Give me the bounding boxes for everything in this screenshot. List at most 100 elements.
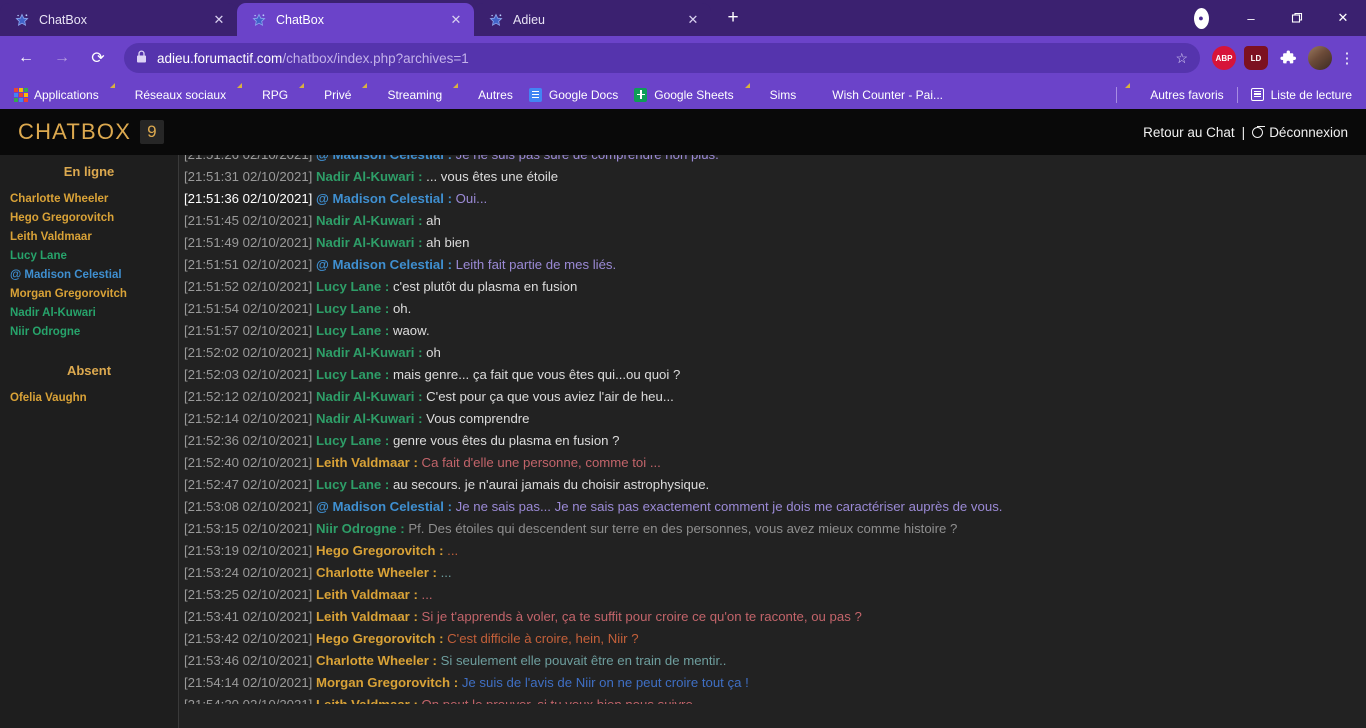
bookmark-streaming[interactable]: Streaming	[359, 84, 450, 106]
bookmark-label: Sims	[769, 87, 797, 102]
message-author[interactable]: @ Madison Celestial :	[316, 257, 456, 272]
message-author[interactable]: Lucy Lane :	[316, 301, 393, 316]
logout-link[interactable]: Déconnexion	[1252, 125, 1348, 140]
bookmark-google-sheets[interactable]: Google Sheets	[626, 84, 741, 106]
message-author[interactable]: Morgan Gregorovitch :	[316, 675, 462, 690]
online-user-item[interactable]: Morgan Gregorovitch	[0, 284, 178, 303]
online-user-item[interactable]: Leith Valdmaar	[0, 227, 178, 246]
message-text: Leith fait partie de mes liés.	[455, 257, 617, 272]
browser-tab-3[interactable]: Adieu ✕	[474, 3, 711, 36]
message-author[interactable]: @ Madison Celestial :	[316, 191, 456, 206]
message-author[interactable]: Nadir Al-Kuwari :	[316, 213, 426, 228]
message-author[interactable]: Lucy Lane :	[316, 279, 393, 294]
adblock-plus-extension-icon[interactable]: ABP	[1212, 46, 1236, 70]
apps-grid-icon	[14, 87, 28, 102]
message-author[interactable]: Leith Valdmaar :	[316, 455, 422, 470]
chat-message: [21:52:36 02/10/2021] Lucy Lane : genre …	[184, 430, 1366, 452]
message-author[interactable]: Charlotte Wheeler :	[316, 565, 441, 580]
bookmark-rpg[interactable]: RPG	[234, 84, 296, 106]
forward-button[interactable]: →	[47, 43, 77, 73]
message-author[interactable]: Niir Odrogne :	[316, 521, 408, 536]
message-timestamp: [21:51:51 02/10/2021]	[184, 257, 316, 272]
lastpass-extension-icon[interactable]: LD	[1244, 46, 1268, 70]
wish-counter-icon	[812, 88, 826, 102]
close-icon[interactable]: ✕	[448, 12, 464, 28]
browser-tab-2[interactable]: ChatBox ✕	[237, 3, 474, 36]
message-text: Si seulement elle pouvait être en train …	[440, 653, 727, 668]
maximize-button[interactable]	[1274, 0, 1320, 36]
message-timestamp: [21:53:46 02/10/2021]	[184, 653, 316, 668]
bookmark-autres-favoris[interactable]: Autres favoris	[1122, 84, 1231, 106]
bookmark-label: Privé	[324, 87, 352, 102]
message-author[interactable]: Lucy Lane :	[316, 367, 393, 382]
folder-icon	[304, 88, 318, 102]
message-text: au secours. je n'aurai jamais du choisir…	[392, 477, 710, 492]
online-user-item[interactable]: Charlotte Wheeler	[0, 189, 178, 208]
window-controls: ● – ✕	[1188, 0, 1366, 36]
message-author[interactable]: Charlotte Wheeler :	[316, 653, 441, 668]
chat-message-list[interactable]: [21:51:26 02/10/2021] @ Madison Celestia…	[179, 155, 1366, 728]
chat-message: [21:53:15 02/10/2021] Niir Odrogne : Pf.…	[184, 518, 1366, 540]
message-author[interactable]: @ Madison Celestial :	[316, 155, 456, 162]
bookmark-wish-counter[interactable]: Wish Counter - Pai...	[804, 84, 951, 106]
message-timestamp: [21:53:24 02/10/2021]	[184, 565, 316, 580]
clipped-message-bottom: [21:54:20 02/10/2021] Leith Valdmaar : O…	[184, 694, 1366, 704]
profile-photo-avatar[interactable]	[1308, 46, 1332, 70]
message-text: Je ne suis pas sûre de comprendre non pl…	[456, 155, 719, 162]
online-user-item[interactable]: Hego Gregorovitch	[0, 208, 178, 227]
bookmark-reseaux-sociaux[interactable]: Réseaux sociaux	[107, 84, 234, 106]
chat-message: [21:54:20 02/10/2021] Leith Valdmaar : O…	[184, 694, 1366, 704]
reload-button[interactable]: ⟳	[83, 43, 113, 73]
bookmark-applications[interactable]: Applications	[6, 84, 107, 106]
message-author[interactable]: Lucy Lane :	[316, 323, 393, 338]
message-author[interactable]: Leith Valdmaar :	[316, 587, 422, 602]
back-button[interactable]: ←	[11, 43, 41, 73]
clipped-message-top: [21:51:26 02/10/2021] @ Madison Celestia…	[184, 155, 1366, 166]
message-author[interactable]: @ Madison Celestial :	[316, 499, 456, 514]
message-author[interactable]: Hego Gregorovitch :	[316, 543, 447, 558]
message-timestamp: [21:52:12 02/10/2021]	[184, 389, 316, 404]
message-author[interactable]: Nadir Al-Kuwari :	[316, 389, 426, 404]
chat-message: [21:52:14 02/10/2021] Nadir Al-Kuwari : …	[184, 408, 1366, 430]
message-timestamp: [21:53:08 02/10/2021]	[184, 499, 316, 514]
message-author[interactable]: Leith Valdmaar :	[316, 609, 422, 624]
url-text: adieu.forumactif.com/chatbox/index.php?a…	[157, 51, 1167, 66]
close-icon[interactable]: ✕	[685, 12, 701, 28]
address-bar[interactable]: adieu.forumactif.com/chatbox/index.php?a…	[124, 43, 1200, 73]
close-window-button[interactable]: ✕	[1320, 0, 1366, 36]
message-timestamp: [21:52:47 02/10/2021]	[184, 477, 316, 492]
message-author[interactable]: Leith Valdmaar :	[316, 697, 422, 704]
online-user-item[interactable]: Lucy Lane	[0, 246, 178, 265]
bookmark-prive[interactable]: Privé	[296, 84, 359, 106]
bookmark-liste-de-lecture[interactable]: Liste de lecture	[1243, 84, 1360, 106]
extensions-puzzle-icon[interactable]	[1276, 46, 1300, 70]
online-user-item[interactable]: Nadir Al-Kuwari	[0, 303, 178, 322]
folder-icon	[750, 88, 764, 102]
away-user-item[interactable]: Ofelia Vaughn	[0, 388, 178, 407]
back-to-chat-link[interactable]: Retour au Chat	[1143, 125, 1235, 140]
bookmark-label: Google Sheets	[654, 87, 734, 102]
minimize-button[interactable]: –	[1228, 0, 1274, 36]
message-author[interactable]: Lucy Lane :	[316, 433, 393, 448]
bookmark-autres[interactable]: Autres	[450, 84, 521, 106]
bookmark-google-docs[interactable]: Google Docs	[521, 84, 626, 106]
online-user-item[interactable]: Niir Odrogne	[0, 322, 178, 341]
message-author[interactable]: Nadir Al-Kuwari :	[316, 235, 426, 250]
message-author[interactable]: Nadir Al-Kuwari :	[316, 169, 426, 184]
bookmark-sims[interactable]: Sims	[742, 84, 805, 106]
online-user-item[interactable]: @ Madison Celestial	[0, 265, 178, 284]
chat-message: [21:54:14 02/10/2021] Morgan Gregorovitc…	[184, 672, 1366, 694]
message-author[interactable]: Nadir Al-Kuwari :	[316, 345, 426, 360]
message-text: Pf. Des étoiles qui descendent sur terre…	[408, 521, 958, 536]
bookmark-star-icon[interactable]: ☆	[1175, 50, 1188, 67]
new-tab-button[interactable]: +	[719, 5, 747, 33]
message-author[interactable]: Hego Gregorovitch :	[316, 631, 447, 646]
browser-tab-1[interactable]: ChatBox ✕	[0, 3, 237, 36]
message-author[interactable]: Nadir Al-Kuwari :	[316, 411, 426, 426]
close-icon[interactable]: ✕	[211, 12, 227, 28]
browser-profile-icon[interactable]: ●	[1188, 5, 1214, 31]
message-timestamp: [21:51:45 02/10/2021]	[184, 213, 316, 228]
browser-menu-icon[interactable]: ⋮	[1336, 49, 1358, 67]
message-author[interactable]: Lucy Lane :	[316, 477, 393, 492]
divider	[1236, 86, 1238, 103]
